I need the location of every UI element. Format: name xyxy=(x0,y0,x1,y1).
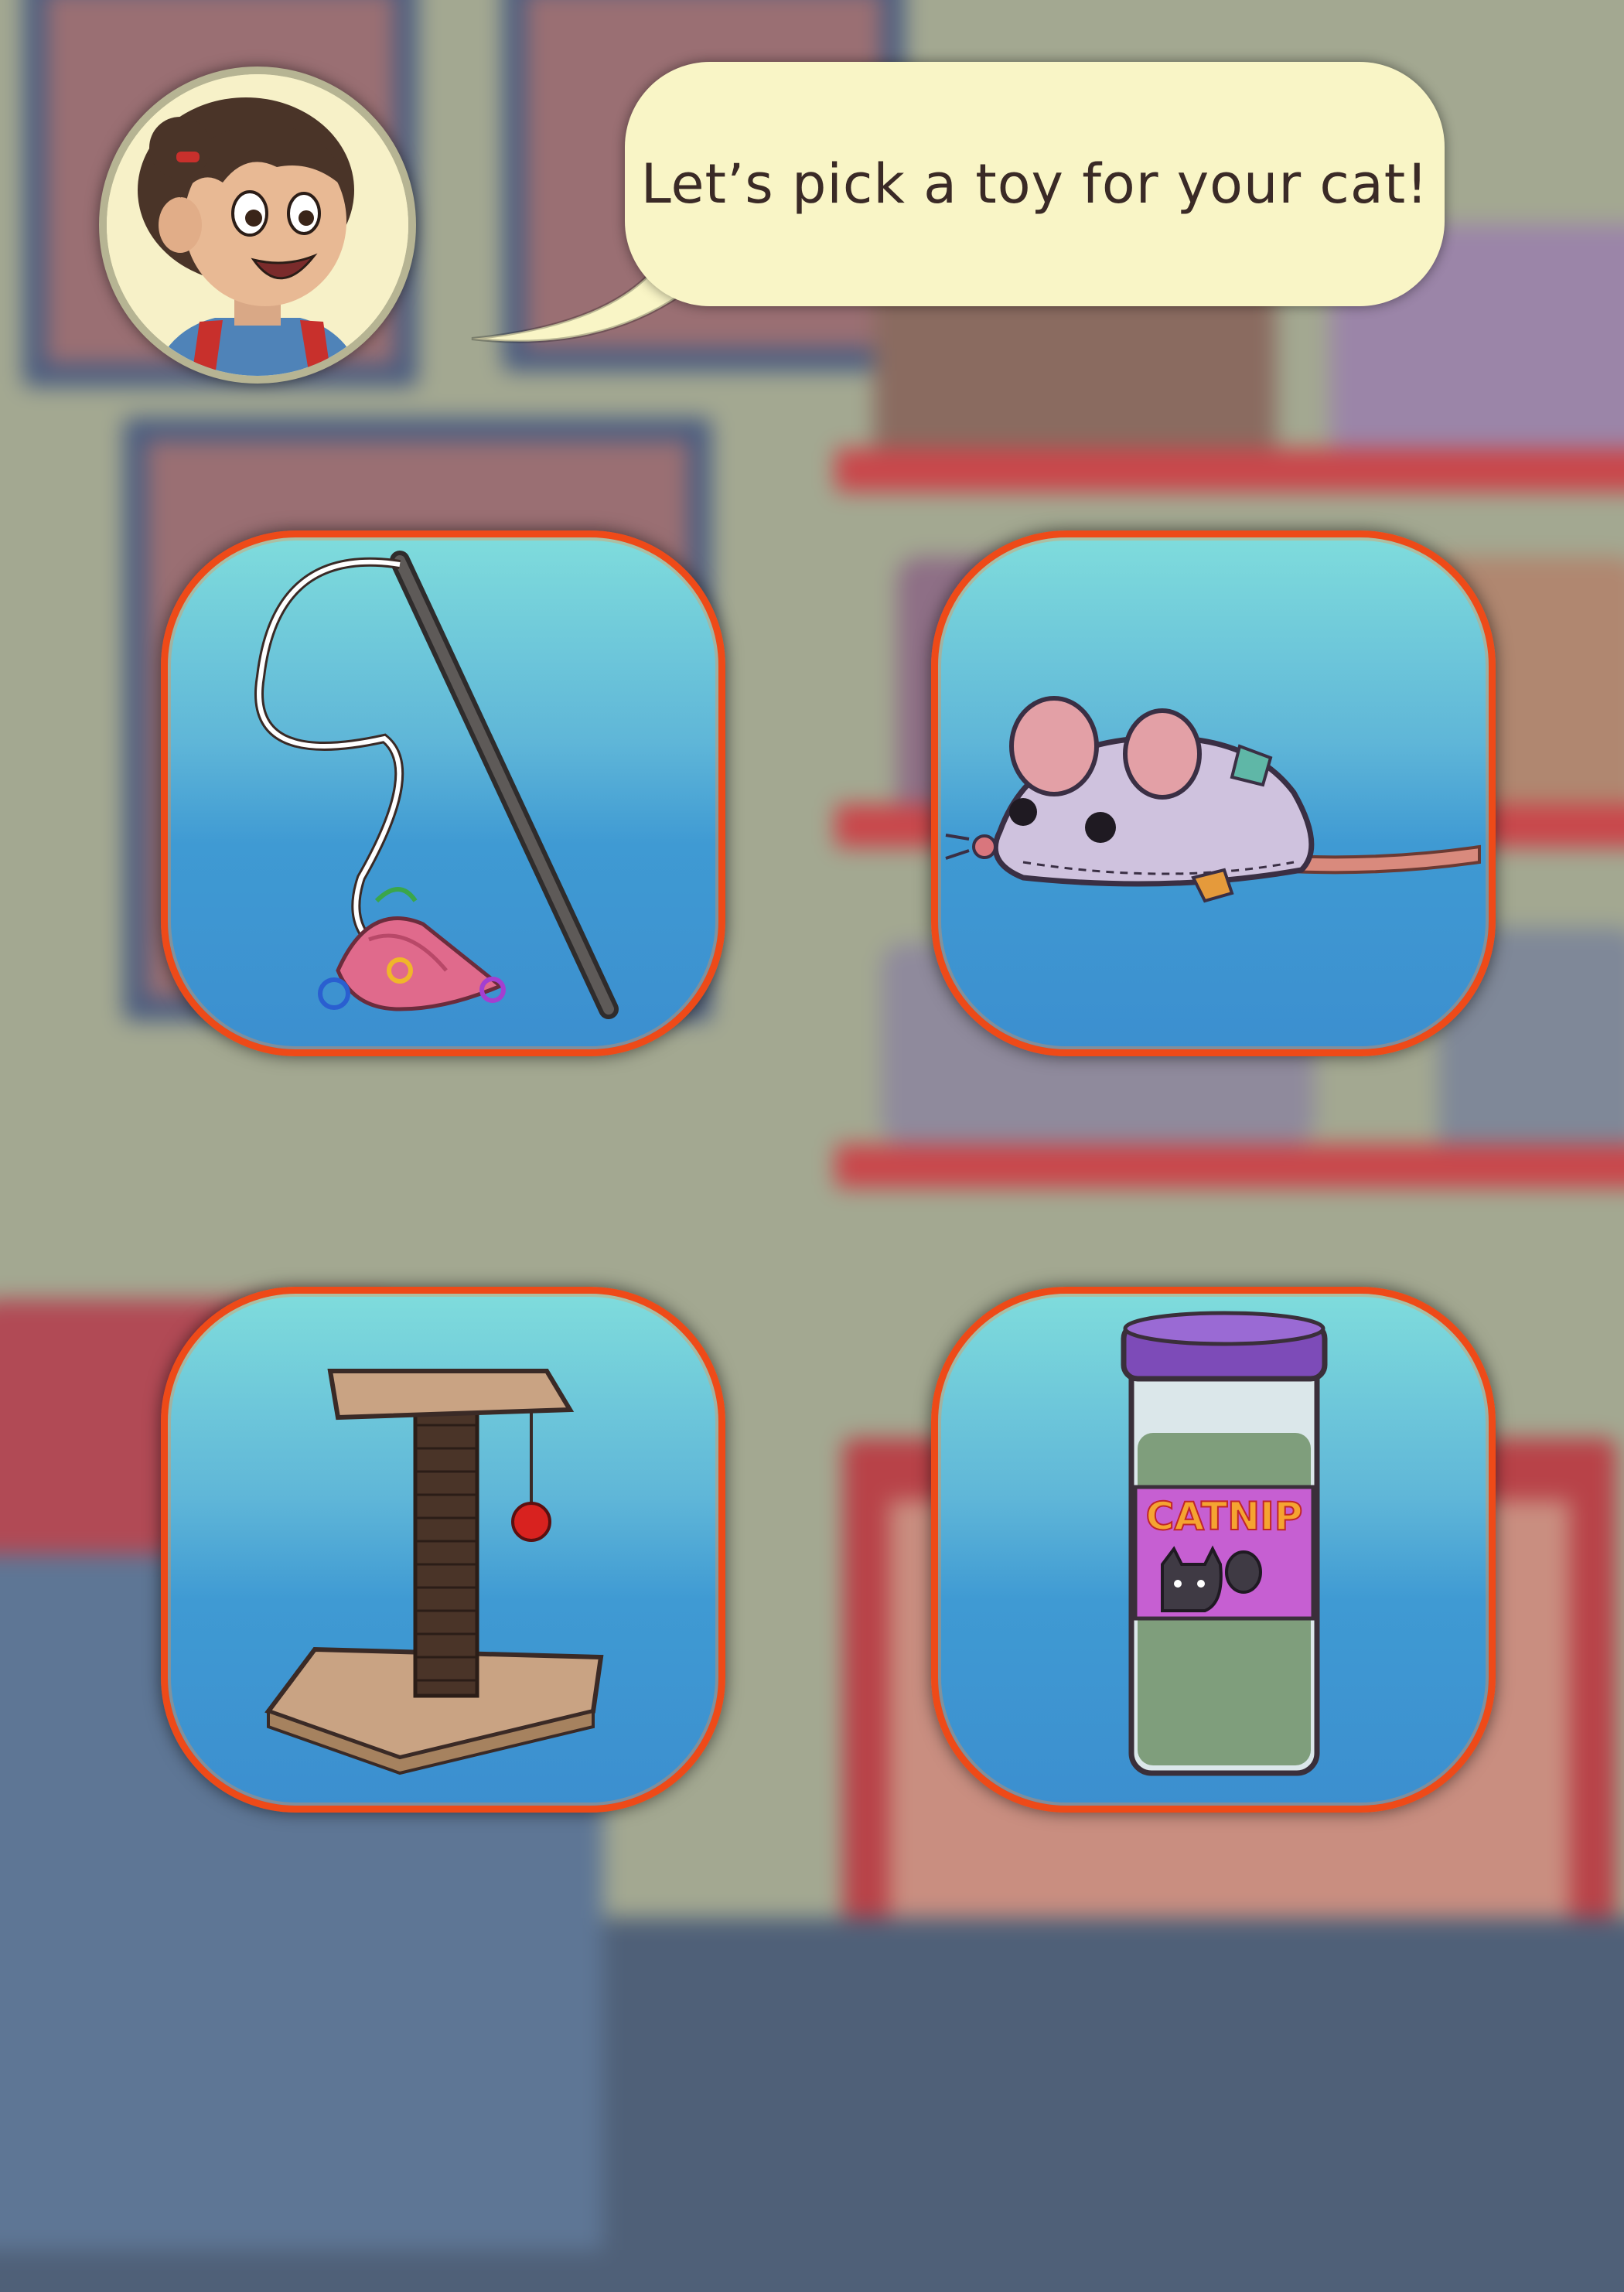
scratching-post-card[interactable] xyxy=(161,1287,725,1813)
girl-guide-avatar xyxy=(99,67,416,384)
girl-guide-portrait-icon xyxy=(107,74,408,376)
stuffed-mouse-toy-icon xyxy=(945,696,1481,903)
catnip-card[interactable]: CATNIP xyxy=(931,1287,1496,1813)
scratching-post-toy-icon xyxy=(264,1369,604,1775)
speech-bubble: Let’s pick a toy for your cat! xyxy=(625,62,1445,306)
dialog-text: Let’s pick a toy for your cat! xyxy=(640,152,1429,216)
catnip-jar-icon: CATNIP xyxy=(1121,1311,1328,1776)
catnip-label: CATNIP xyxy=(1146,1494,1303,1539)
toy-mouse-card[interactable] xyxy=(931,530,1496,1056)
feather-wand-toy-icon xyxy=(254,551,619,1019)
feather-wand-card[interactable] xyxy=(161,530,725,1056)
